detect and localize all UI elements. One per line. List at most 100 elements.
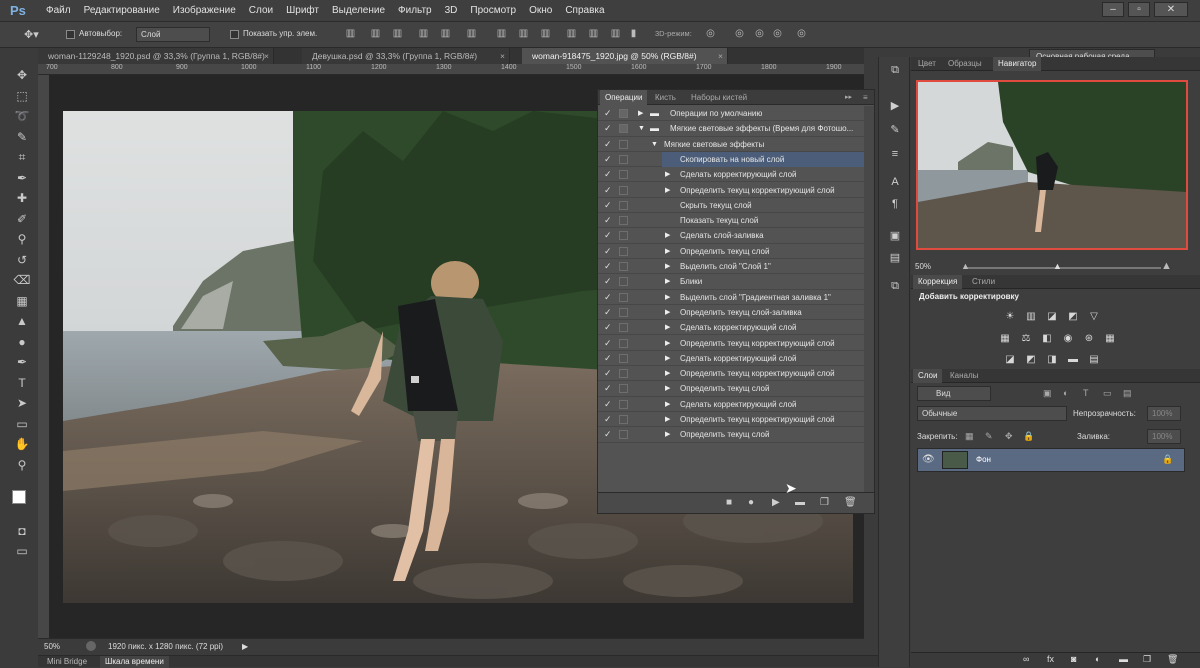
doc-tab-1[interactable]: woman-1129248_1920.psd @ 33,3% (Группа 1… xyxy=(38,48,274,64)
lock-pixels-icon[interactable]: ✎ xyxy=(985,431,993,442)
healing-brush-icon[interactable]: ✚ xyxy=(10,189,34,208)
menu-item[interactable]: Окно xyxy=(529,5,552,16)
link-layers-icon[interactable]: ∞ xyxy=(1023,654,1029,664)
dialog-toggle-box[interactable] xyxy=(619,307,628,317)
toggle-item-checkmark-icon[interactable]: ✓ xyxy=(604,366,613,381)
color-balance-icon[interactable]: ⚖ xyxy=(1020,333,1032,345)
menu-item[interactable]: Шрифт xyxy=(286,5,319,16)
dialog-toggle-box[interactable] xyxy=(619,231,628,241)
action-row[interactable]: ✓ ▶ Выделить слой "Слой 1" xyxy=(598,259,864,275)
action-row[interactable]: ✓ Скрыть текущ слой xyxy=(598,198,864,214)
toggle-item-checkmark-icon[interactable]: ✓ xyxy=(604,274,613,289)
fx-icon[interactable]: fx xyxy=(1047,654,1054,664)
opacity-field[interactable]: 100% xyxy=(1147,406,1181,421)
dialog-toggle-box[interactable] xyxy=(619,139,628,149)
panel-menu-icon[interactable]: ≡ xyxy=(858,90,873,105)
zoom-in-icon[interactable]: ▲ xyxy=(1161,260,1172,272)
move-tool-icon[interactable]: ✥ xyxy=(10,66,34,85)
tab-brush-presets[interactable]: Наборы кистей xyxy=(686,90,752,105)
brush-panel-icon[interactable]: ≡ xyxy=(888,147,902,161)
dialog-toggle-box[interactable] xyxy=(619,246,628,256)
new-action-icon[interactable]: ❐ xyxy=(820,497,829,508)
tab-color[interactable]: Цвет xyxy=(913,57,941,71)
curves-icon[interactable]: ◪ xyxy=(1046,311,1058,323)
type-tool-icon[interactable]: T xyxy=(10,374,34,393)
collapse-panel-icon[interactable]: ▸▸ xyxy=(840,90,857,105)
crop-tool-icon[interactable]: ⌗ xyxy=(10,148,34,167)
dialog-toggle-box[interactable] xyxy=(619,262,628,271)
selective-color-icon[interactable]: ▤ xyxy=(1088,354,1100,366)
toggle-item-checkmark-icon[interactable]: ✓ xyxy=(604,137,613,152)
align-distribute-icon[interactable]: ▥ xyxy=(466,28,477,39)
toggle-item-checkmark-icon[interactable]: ✓ xyxy=(604,305,613,320)
clone-stamp-icon[interactable]: ⚲ xyxy=(10,230,34,249)
autoselect-checkbox[interactable] xyxy=(66,30,75,39)
toggle-item-checkmark-icon[interactable]: ✓ xyxy=(604,183,613,198)
action-row[interactable]: ✓ ▶ Блики xyxy=(598,274,864,290)
toggle-item-checkmark-icon[interactable]: ✓ xyxy=(604,397,613,412)
expand-arrow-icon[interactable]: ▶ xyxy=(665,259,670,274)
tab-styles[interactable]: Стили xyxy=(967,275,1000,289)
lasso-tool-icon[interactable]: ➰ xyxy=(10,107,34,126)
play-icon[interactable]: ▶ xyxy=(772,497,780,508)
vibrance-icon[interactable]: ▽ xyxy=(1088,311,1100,323)
layer-row-background[interactable]: 👁 Фон 🔒 xyxy=(917,448,1185,472)
filter-shape-icon[interactable]: ▭ xyxy=(1103,388,1112,399)
expand-arrow-icon[interactable]: ▶ xyxy=(665,427,670,442)
adjustment-layer-icon[interactable]: ◐ xyxy=(1095,654,1100,664)
menu-item[interactable]: Редактирование xyxy=(84,5,160,16)
collapse-arrow-icon[interactable]: ▼ xyxy=(651,137,658,152)
close-window-button[interactable]: ✕ xyxy=(1154,2,1188,17)
close-tab-icon[interactable]: × xyxy=(264,48,269,64)
dialog-toggle-box[interactable] xyxy=(619,415,628,424)
auto-align-icon[interactable]: ▮ xyxy=(628,28,639,39)
filter-smart-icon[interactable]: ▤ xyxy=(1123,388,1132,399)
tool-presets-icon[interactable]: ✎ xyxy=(888,123,902,137)
dialog-toggle-box[interactable] xyxy=(619,277,628,287)
action-row[interactable]: ✓ ▶ ▬ Операции по умолчанию xyxy=(598,106,864,122)
tab-navigator[interactable]: Навигатор xyxy=(993,57,1042,71)
align-distribute-icon[interactable]: ▥ xyxy=(496,28,507,39)
pen-tool-icon[interactable]: ✒ xyxy=(10,353,34,372)
zoom-tool-icon[interactable]: ⚲ xyxy=(10,456,34,475)
collapse-arrow-icon[interactable]: ▼ xyxy=(638,121,645,136)
levels-icon[interactable]: ▥ xyxy=(1025,311,1037,323)
show-transform-checkbox[interactable] xyxy=(230,30,239,39)
blur-tool-icon[interactable]: ▲ xyxy=(10,312,34,331)
align-distribute-icon[interactable]: ▥ xyxy=(370,28,381,39)
doc-tab-3[interactable]: woman-918475_1920.jpg @ 50% (RGB/8#) × xyxy=(522,48,728,64)
dialog-toggle-box[interactable] xyxy=(619,109,628,118)
toggle-item-checkmark-icon[interactable]: ✓ xyxy=(604,290,613,305)
zoom-slider-thumb[interactable]: ▲ xyxy=(1053,261,1062,271)
expand-arrow-icon[interactable]: ▶ xyxy=(665,366,670,381)
action-row[interactable]: ✓ ▶ Выделить слой "Градиентная заливка 1" xyxy=(598,290,864,305)
menu-item[interactable]: Фильтр xyxy=(398,5,432,16)
zoom-out-icon[interactable]: ▲ xyxy=(961,261,970,271)
record-icon[interactable]: ● xyxy=(748,497,754,508)
screen-mode-icon[interactable]: ▭ xyxy=(10,542,34,561)
dialog-toggle-box[interactable] xyxy=(619,399,628,409)
expand-arrow-icon[interactable]: ▶ xyxy=(665,244,670,259)
new-group-icon[interactable]: ▬ xyxy=(1119,654,1128,664)
navigator-preview[interactable] xyxy=(916,80,1188,250)
dialog-toggle-box[interactable] xyxy=(619,216,628,226)
layer-filter-dropdown[interactable]: Вид xyxy=(917,386,991,401)
toggle-item-checkmark-icon[interactable]: ✓ xyxy=(604,121,613,136)
layer-comps-icon[interactable]: ⧉ xyxy=(888,279,902,293)
action-row[interactable]: ✓ Показать текущ слой xyxy=(598,213,864,229)
marquee-tool-icon[interactable]: ⬚ xyxy=(10,87,34,106)
align-distribute-icon[interactable]: ▥ xyxy=(540,28,551,39)
fill-field[interactable]: 100% xyxy=(1147,429,1181,444)
toggle-item-checkmark-icon[interactable]: ✓ xyxy=(604,152,613,167)
character-panel-icon[interactable]: A xyxy=(888,175,902,189)
action-row[interactable]: ✓ ▶ Определить текущ слой xyxy=(598,244,864,259)
action-row[interactable]: ✓ ▶ Сделать корректирующий слой xyxy=(598,351,864,367)
lock-transparent-icon[interactable]: ▦ xyxy=(965,431,974,442)
threshold-icon[interactable]: ◨ xyxy=(1046,354,1058,366)
expand-arrow-icon[interactable]: ▶ xyxy=(665,412,670,427)
action-row[interactable]: ✓ ▶ Определить текущ слой-заливка xyxy=(598,305,864,321)
action-row[interactable]: ✓ ▶ Определить текущ корректирующий слой xyxy=(598,412,864,428)
dialog-toggle-box[interactable] xyxy=(619,430,628,440)
action-row[interactable]: ✓ ▶ Определить текущ слой xyxy=(598,427,864,443)
tab-layers[interactable]: Слои xyxy=(913,369,943,383)
